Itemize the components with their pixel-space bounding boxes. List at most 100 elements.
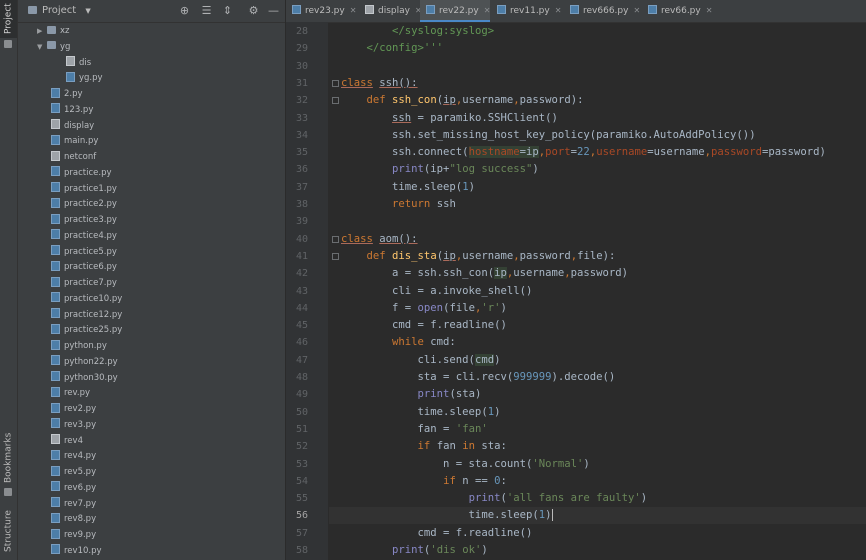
tree-item[interactable]: practice.py: [51, 165, 112, 181]
code-line[interactable]: class ssh():: [329, 75, 866, 92]
code-line[interactable]: cli = a.invoke_shell(): [329, 283, 866, 300]
tab-display[interactable]: display ✕: [359, 0, 422, 22]
code-line[interactable]: class aom():: [329, 231, 866, 248]
tree-item[interactable]: practice3.py: [51, 212, 117, 228]
tree-item[interactable]: rev8.py: [51, 511, 96, 527]
code-editor[interactable]: </syslog:syslog> </config>''' class ssh()…: [329, 22, 866, 560]
tree-item[interactable]: practice4.py: [51, 228, 117, 244]
chevron-down-icon[interactable]: ▼: [37, 39, 47, 55]
tree-item[interactable]: dis: [66, 55, 91, 71]
project-view-selector[interactable]: Project ▼: [42, 0, 91, 22]
fold-marker-icon[interactable]: [332, 235, 339, 243]
tab-rev22-py[interactable]: rev22.py ✕: [420, 0, 490, 22]
tree-item[interactable]: rev.py: [51, 385, 90, 401]
tree-item[interactable]: main.py: [51, 133, 98, 149]
tab-rev23-py[interactable]: rev23.py ✕: [286, 0, 358, 22]
code-line[interactable]: def ssh_con(ip,username,password):: [329, 92, 866, 109]
code-line[interactable]: [329, 58, 866, 75]
collapse-all-icon[interactable]: ⇕: [221, 4, 234, 17]
fold-marker-icon[interactable]: [332, 97, 339, 105]
python-file-icon: [51, 103, 60, 114]
code-line[interactable]: ssh = paramiko.SSHClient(): [329, 110, 866, 127]
close-icon[interactable]: ✕: [555, 6, 562, 15]
code-line[interactable]: [329, 213, 866, 230]
tree-item[interactable]: rev4.py: [51, 448, 96, 464]
tree-item[interactable]: rev9.py: [51, 527, 96, 543]
code-line[interactable]: cli.send(cmd): [329, 352, 866, 369]
project-tool-button[interactable]: Project: [0, 0, 17, 38]
tree-item[interactable]: practice2.py: [51, 196, 117, 212]
chevron-right-icon[interactable]: ▶: [37, 23, 47, 39]
structure-tool-button[interactable]: Structure: [0, 505, 17, 557]
tree-item[interactable]: python.py: [51, 338, 107, 354]
code-line[interactable]: cmd = f.readline(): [329, 317, 866, 334]
code-line[interactable]: f = open(file,'r'): [329, 300, 866, 317]
line-number: 39: [295, 216, 308, 228]
code-line[interactable]: time.sleep(1): [329, 179, 866, 196]
tree-item[interactable]: rev4: [51, 433, 83, 449]
tree-item[interactable]: practice6.py: [51, 259, 117, 275]
code-line[interactable]: a = ssh.ssh_con(ip,username,password): [329, 265, 866, 282]
tree-item[interactable]: yg.py: [66, 70, 103, 86]
fold-marker-icon[interactable]: [332, 252, 339, 260]
tree-item[interactable]: practice1.py: [51, 181, 117, 197]
python-file-icon: [51, 339, 60, 350]
hide-panel-icon[interactable]: —: [267, 4, 280, 17]
tree-item[interactable]: rev7.py: [51, 496, 96, 512]
tree-item[interactable]: display: [51, 118, 94, 134]
close-icon[interactable]: ✕: [350, 6, 357, 15]
code-line[interactable]: if n == 0:: [329, 473, 866, 490]
locate-file-icon[interactable]: ⊕: [178, 4, 191, 17]
tree-item[interactable]: practice7.py: [51, 275, 117, 291]
tree-item[interactable]: python22.py: [51, 354, 118, 370]
tree-item[interactable]: rev3.py: [51, 417, 96, 433]
tree-item[interactable]: 2.py: [51, 86, 83, 102]
line-number: 53: [295, 458, 308, 470]
tree-item[interactable]: 123.py: [51, 102, 93, 118]
tab-rev66-py[interactable]: rev66.py ✕: [642, 0, 712, 22]
tree-item[interactable]: practice5.py: [51, 244, 117, 260]
tree-item[interactable]: ▼ yg: [37, 39, 70, 55]
close-icon[interactable]: ✕: [484, 6, 491, 15]
python-file-icon: [51, 323, 60, 334]
close-icon[interactable]: ✕: [706, 6, 713, 15]
tab-rev666-py[interactable]: rev666.py ✕: [564, 0, 641, 22]
code-line[interactable]: sta = cli.recv(999999).decode(): [329, 369, 866, 386]
gear-icon[interactable]: ⚙: [247, 4, 260, 17]
tree-item[interactable]: rev2.py: [51, 401, 96, 417]
code-line[interactable]: return ssh: [329, 196, 866, 213]
code-line[interactable]: if fan in sta:: [329, 438, 866, 455]
bookmarks-tool-button[interactable]: Bookmarks: [0, 432, 17, 484]
fold-marker-icon[interactable]: [332, 79, 339, 87]
tree-item[interactable]: rev5.py: [51, 464, 96, 480]
tree-item[interactable]: practice10.py: [51, 291, 122, 307]
code-line[interactable]: time.sleep(1): [329, 404, 866, 421]
code-line[interactable]: while cmd:: [329, 334, 866, 351]
expand-all-icon[interactable]: ☰: [200, 4, 213, 17]
code-line[interactable]: </config>''': [329, 40, 866, 57]
tree-item[interactable]: netconf: [51, 149, 96, 165]
code-line[interactable]: print(ip+"log success"): [329, 161, 866, 178]
code-line[interactable]: </syslog:syslog>: [329, 23, 866, 40]
tree-item[interactable]: rev6.py: [51, 480, 96, 496]
tree-item[interactable]: practice12.py: [51, 307, 122, 323]
line-number: 30: [295, 60, 308, 72]
code-line[interactable]: print(sta): [329, 386, 866, 403]
code-line[interactable]: ssh.connect(hostname=ip,port=22,username…: [329, 144, 866, 161]
close-icon[interactable]: ✕: [633, 6, 640, 15]
code-line[interactable]: def dis_sta(ip,username,password,file):: [329, 248, 866, 265]
project-panel-title: Project: [42, 5, 77, 16]
tree-item[interactable]: ▶ xz: [37, 23, 70, 39]
code-line[interactable]: fan = 'fan': [329, 421, 866, 438]
code-line[interactable]: print('dis ok'): [329, 542, 866, 559]
python-file-icon: [51, 371, 60, 381]
tab-rev11-py[interactable]: rev11.py ✕: [491, 0, 563, 22]
code-line[interactable]: cmd = f.readline(): [329, 525, 866, 542]
code-line[interactable]: ssh.set_missing_host_key_policy(paramiko…: [329, 127, 866, 144]
code-line[interactable]: n = sta.count('Normal'): [329, 456, 866, 473]
tree-item[interactable]: rev10.py: [51, 543, 102, 559]
code-line[interactable]: time.sleep(1): [329, 507, 866, 525]
code-line[interactable]: print('all fans are faulty'): [329, 490, 866, 507]
tree-item[interactable]: practice25.py: [51, 322, 122, 338]
tree-item[interactable]: python30.py: [51, 370, 118, 386]
